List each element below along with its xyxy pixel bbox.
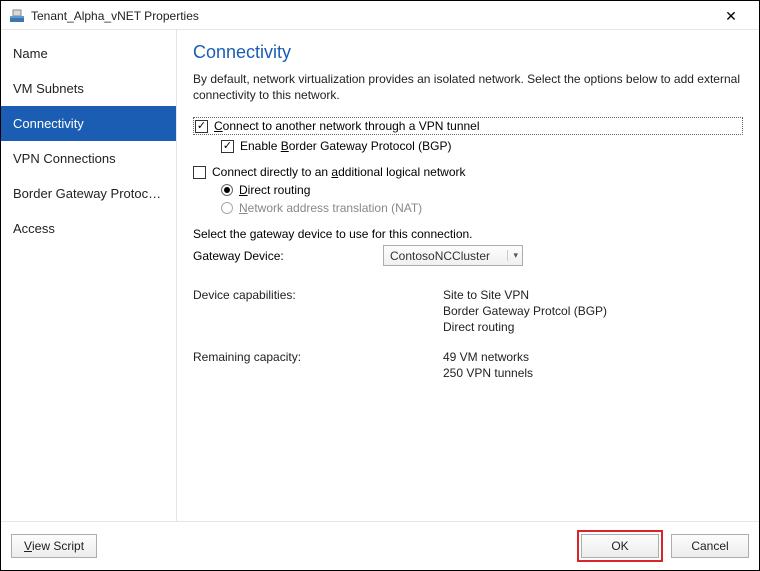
window-body: Name VM Subnets Connectivity VPN Connect…	[1, 29, 759, 521]
gateway-device-label: Gateway Device:	[193, 249, 383, 263]
device-capabilities-value: Direct routing	[443, 320, 743, 334]
app-icon	[9, 8, 25, 24]
gateway-device-row: Gateway Device: ContosoNCCluster ▾	[193, 245, 743, 266]
sidebar-item-connectivity[interactable]: Connectivity	[1, 106, 176, 141]
option-connect-vpn[interactable]: Connect to another network through a VPN…	[193, 117, 743, 135]
view-script-button[interactable]: View Script	[11, 534, 97, 558]
combo-value: ContosoNCCluster	[390, 249, 507, 263]
device-capabilities-value: Site to Site VPN	[443, 288, 743, 302]
remaining-capacity-value: 250 VPN tunnels	[443, 366, 743, 380]
option-connect-direct[interactable]: Connect directly to an additional logica…	[193, 165, 743, 179]
checkbox-icon[interactable]	[221, 140, 234, 153]
option-label: Connect to another network through a VPN…	[214, 119, 480, 133]
ok-highlight: OK	[577, 530, 663, 562]
page-description: By default, network virtualization provi…	[193, 71, 743, 103]
sidebar-item-bgp[interactable]: Border Gateway Protocol...	[1, 176, 176, 211]
checkbox-icon[interactable]	[195, 120, 208, 133]
properties-window: Tenant_Alpha_vNET Properties ✕ Name VM S…	[0, 0, 760, 571]
gateway-device-combo[interactable]: ContosoNCCluster ▾	[383, 245, 523, 266]
window-title: Tenant_Alpha_vNET Properties	[31, 9, 711, 23]
checkbox-icon[interactable]	[193, 166, 206, 179]
gateway-intro: Select the gateway device to use for thi…	[193, 227, 743, 241]
page-heading: Connectivity	[193, 42, 743, 63]
chevron-down-icon: ▾	[507, 250, 518, 261]
option-enable-bgp[interactable]: Enable Border Gateway Protocol (BGP)	[193, 139, 743, 153]
option-nat[interactable]: Network address translation (NAT)	[193, 201, 743, 215]
cancel-button[interactable]: Cancel	[671, 534, 749, 558]
ok-button[interactable]: OK	[581, 534, 659, 558]
option-label: Network address translation (NAT)	[239, 201, 422, 215]
footer: View Script OK Cancel	[1, 521, 759, 570]
sidebar-item-vm-subnets[interactable]: VM Subnets	[1, 71, 176, 106]
option-label: Direct routing	[239, 183, 310, 197]
sidebar-item-vpn-connections[interactable]: VPN Connections	[1, 141, 176, 176]
close-icon[interactable]: ✕	[711, 8, 751, 25]
titlebar: Tenant_Alpha_vNET Properties ✕	[1, 1, 759, 29]
option-label: Enable Border Gateway Protocol (BGP)	[240, 139, 451, 153]
sidebar-item-access[interactable]: Access	[1, 211, 176, 246]
radio-icon[interactable]	[221, 202, 233, 214]
radio-icon[interactable]	[221, 184, 233, 196]
content-panel: Connectivity By default, network virtual…	[177, 30, 759, 521]
option-direct-routing[interactable]: Direct routing	[193, 183, 743, 197]
device-capabilities-value: Border Gateway Protcol (BGP)	[443, 304, 743, 318]
sidebar: Name VM Subnets Connectivity VPN Connect…	[1, 30, 177, 521]
option-label: Connect directly to an additional logica…	[212, 165, 466, 179]
device-capabilities-label: Device capabilities:	[193, 288, 443, 302]
sidebar-item-name[interactable]: Name	[1, 36, 176, 71]
remaining-capacity-value: 49 VM networks	[443, 350, 743, 364]
capabilities-grid: Device capabilities: Site to Site VPN Bo…	[193, 288, 743, 380]
remaining-capacity-label: Remaining capacity:	[193, 350, 443, 364]
